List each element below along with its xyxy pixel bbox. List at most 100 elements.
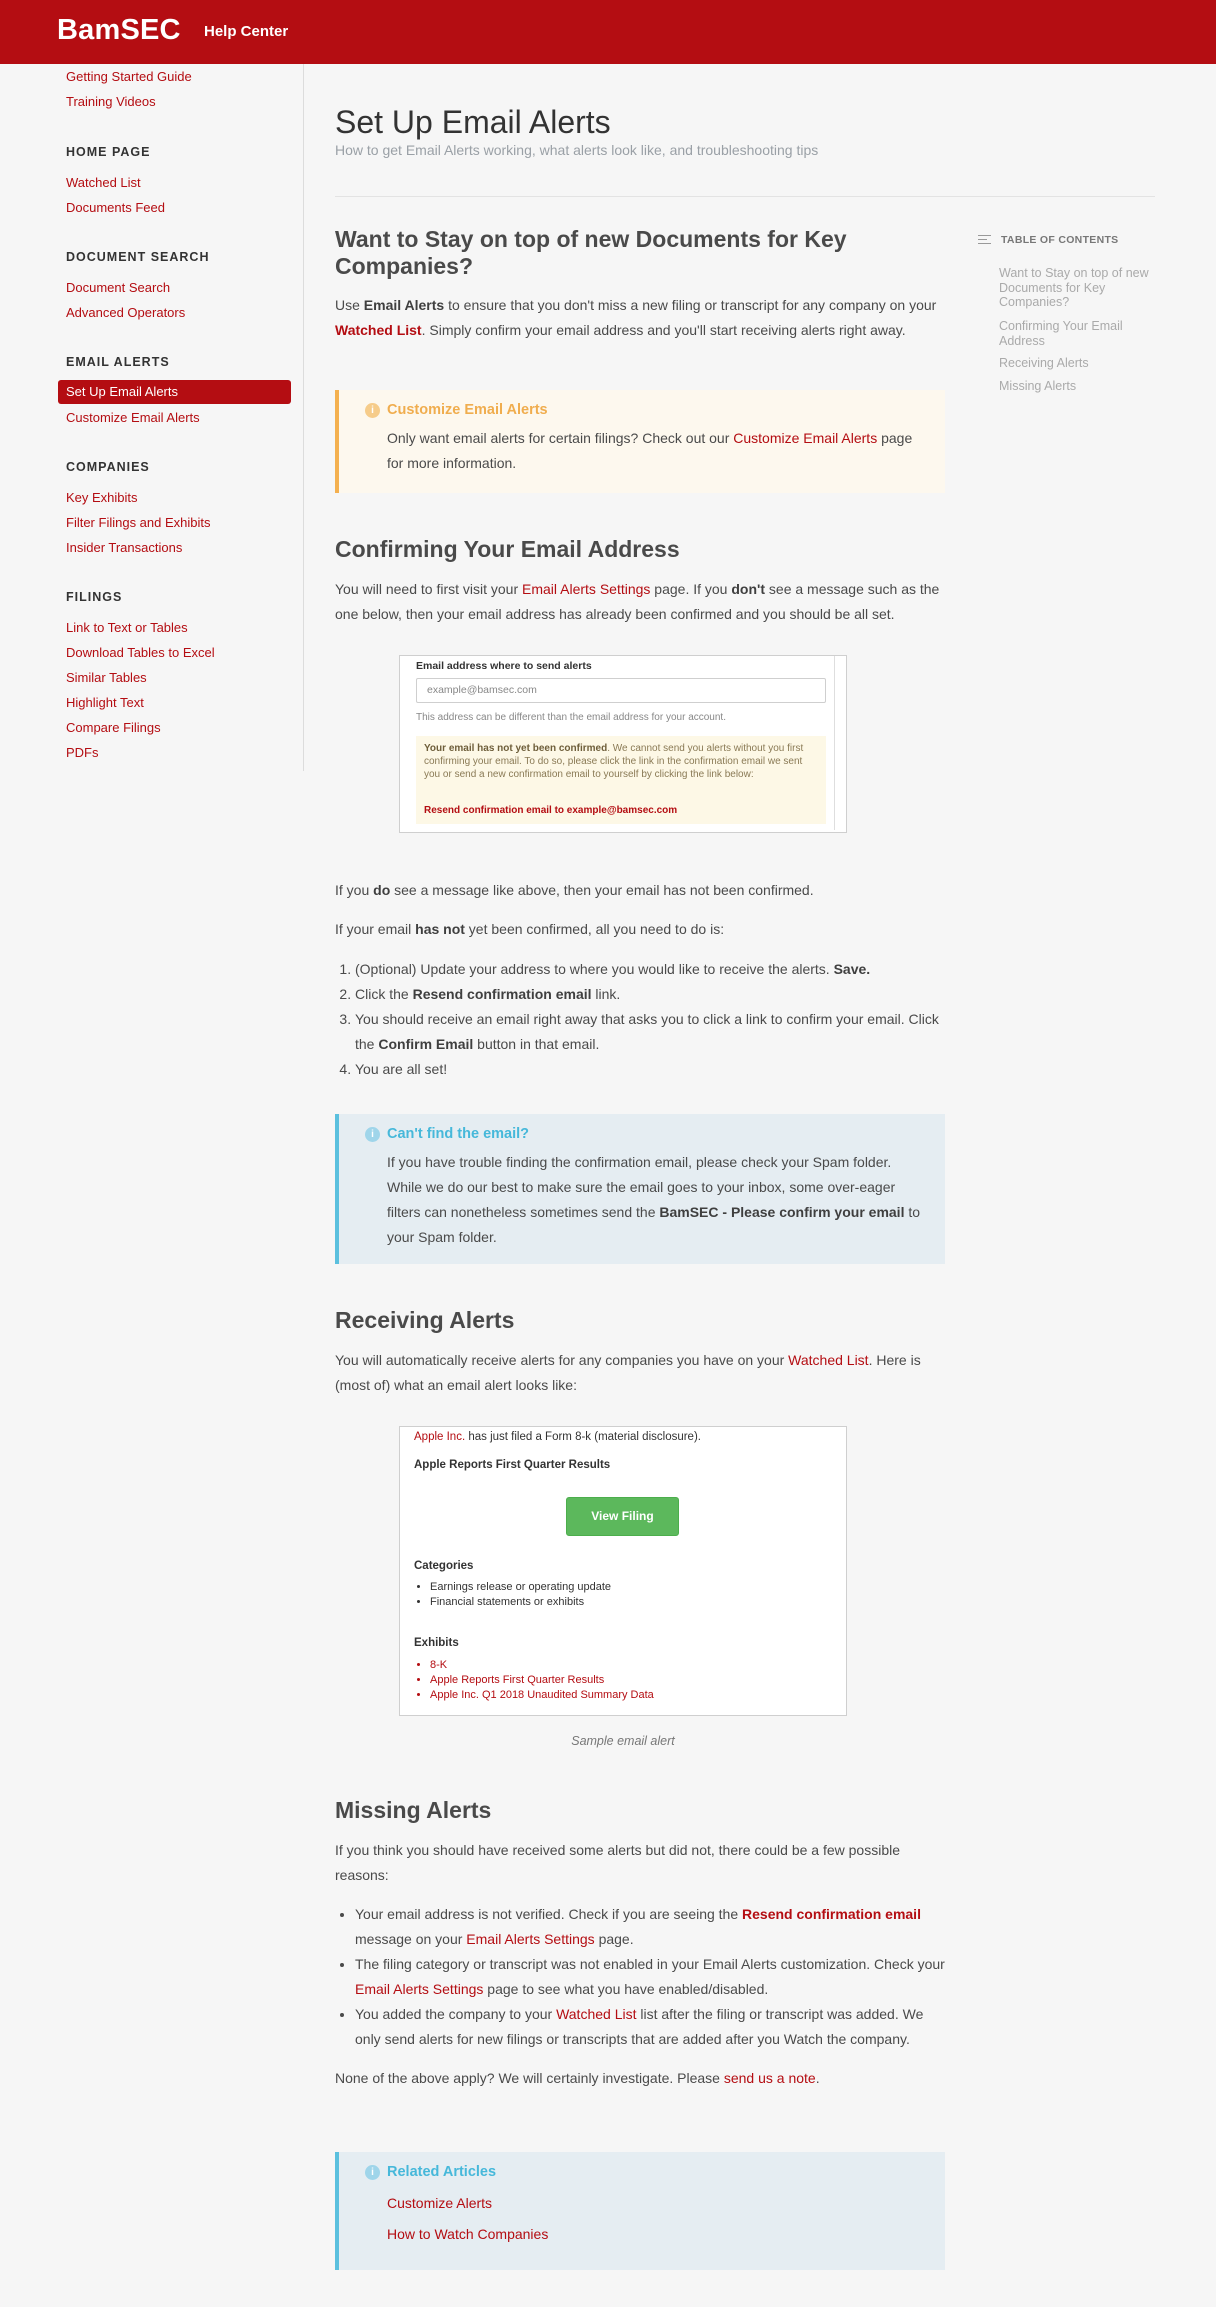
- company-link: Apple Inc.: [414, 1431, 466, 1443]
- bamsec-logo[interactable]: BamSEC: [57, 14, 181, 47]
- categories-list: Earnings release or operating update Fin…: [430, 1580, 611, 1610]
- info-icon: i: [365, 1127, 380, 1142]
- sidebar-item-link-to-text[interactable]: Link to Text or Tables: [66, 620, 188, 635]
- sidebar-item-compare-filings[interactable]: Compare Filings: [66, 720, 161, 735]
- info-icon: i: [365, 2165, 380, 2180]
- help-center-link[interactable]: Help Center: [204, 23, 288, 40]
- header-divider: [335, 196, 1155, 197]
- sidebar-item-insider-transactions[interactable]: Insider Transactions: [66, 540, 182, 555]
- confirm-paragraph: You will need to first visit your Email …: [335, 581, 940, 622]
- sidebar-section-filings: FILINGS: [66, 590, 123, 604]
- list-item: You are all set!: [355, 1057, 945, 1082]
- watched-list-link[interactable]: Watched List: [335, 322, 422, 338]
- toc-title: TABLE OF CONTENTS: [978, 234, 1148, 246]
- has-not-paragraph: If your email has not yet been confirmed…: [335, 921, 725, 937]
- send-us-a-note-link[interactable]: send us a note: [724, 2070, 816, 2086]
- callout-title: i Can't find the email?: [365, 1126, 925, 1142]
- resend-confirmation-link[interactable]: Resend confirmation email: [742, 1906, 921, 1922]
- toc-item-missing-alerts[interactable]: Missing Alerts: [999, 379, 1149, 394]
- list-item: (Optional) Update your address to where …: [355, 957, 945, 982]
- section-heading: Want to Stay on top of new Documents for…: [335, 226, 847, 279]
- sidebar-section-email-alerts: EMAIL ALERTS: [66, 355, 170, 369]
- sample-email-screenshot: Apple Inc. has just filed a Form 8-k (ma…: [399, 1426, 847, 1716]
- email-address-hint: This address can be different than the e…: [416, 712, 726, 723]
- email-alerts-settings-link[interactable]: Email Alerts Settings: [522, 581, 650, 597]
- table-of-contents: TABLE OF CONTENTS Want to Stay on top of…: [978, 234, 1149, 393]
- list-item: 8-K: [430, 1658, 654, 1673]
- exhibits-title: Exhibits: [414, 1637, 459, 1649]
- screenshot-caption: Sample email alert: [571, 1734, 675, 1748]
- sidebar-item-pdfs[interactable]: PDFs: [66, 745, 99, 760]
- list-item: Apple Inc. Q1 2018 Unaudited Summary Dat…: [430, 1688, 654, 1703]
- related-customize-alerts-link[interactable]: Customize Alerts: [387, 2195, 492, 2211]
- section-receiving-alerts: Receiving Alerts You will automatically …: [335, 1307, 945, 1398]
- sidebar-item-advanced-operators[interactable]: Advanced Operators: [66, 305, 185, 320]
- page-title: Set Up Email Alerts: [335, 104, 611, 140]
- section-heading: Confirming Your Email Address: [335, 536, 680, 562]
- section-heading: Receiving Alerts: [335, 1307, 515, 1333]
- callout-cant-find-email: i Can't find the email? If you have troub…: [335, 1114, 945, 1264]
- section-confirming-email: Confirming Your Email Address You will n…: [335, 536, 945, 627]
- sidebar-item-download-tables[interactable]: Download Tables to Excel: [66, 645, 215, 660]
- callout-title: i Customize Email Alerts: [365, 402, 925, 418]
- related-how-to-watch-link[interactable]: How to Watch Companies: [387, 2226, 548, 2242]
- view-filing-button: View Filing: [566, 1497, 679, 1536]
- callout-body: Only want email alerts for certain filin…: [387, 430, 913, 471]
- sidebar-section-home-page: HOME PAGE: [66, 145, 151, 159]
- email-alerts-settings-link[interactable]: Email Alerts Settings: [355, 1981, 483, 1997]
- missing-intro: If you think you should have received so…: [335, 1842, 901, 1883]
- sidebar-item-set-up-email-alerts[interactable]: Set Up Email Alerts: [58, 380, 291, 404]
- sidebar-item-highlight-text[interactable]: Highlight Text: [66, 695, 144, 710]
- resend-confirmation-link: Resend confirmation email to example@bam…: [424, 805, 678, 816]
- list-item: Earnings release or operating update: [430, 1580, 611, 1595]
- callout-title: i Related Articles: [365, 2164, 925, 2180]
- sidebar-section-document-search: DOCUMENT SEARCH: [66, 250, 210, 264]
- sidebar-item-customize-email-alerts[interactable]: Customize Email Alerts: [66, 410, 200, 425]
- customize-email-alerts-link[interactable]: Customize Email Alerts: [733, 430, 877, 446]
- email-alerts-settings-link[interactable]: Email Alerts Settings: [466, 1931, 594, 1947]
- top-navbar: BamSEC Help Center: [0, 0, 1216, 64]
- sidebar-section-companies: COMPANIES: [66, 460, 150, 474]
- unconfirmed-notice: Your email has not yet been confirmed. W…: [416, 736, 826, 824]
- list-icon: [978, 235, 991, 244]
- sidebar-item-similar-tables[interactable]: Similar Tables: [66, 670, 147, 685]
- sidebar-item-document-search[interactable]: Document Search: [66, 280, 170, 295]
- list-item: You added the company to your Watched Li…: [355, 2002, 945, 2052]
- list-item: Your email address is not verified. Chec…: [355, 1902, 945, 1952]
- toc-item-receiving-alerts[interactable]: Receiving Alerts: [999, 356, 1149, 371]
- email-address-input: example@bamsec.com: [416, 678, 826, 703]
- do-see-paragraph: If you do see a message like above, then…: [335, 882, 814, 898]
- related-links: Customize Alerts How to Watch Companies: [365, 2188, 925, 2250]
- reasons-list: Your email address is not verified. Chec…: [335, 1902, 945, 2052]
- section-stay-on-top: Want to Stay on top of new Documents for…: [335, 226, 945, 343]
- info-icon: i: [365, 403, 380, 418]
- sidebar-item-watched-list[interactable]: Watched List: [66, 175, 141, 190]
- section-heading: Missing Alerts: [335, 1797, 492, 1823]
- toc-item-stay-on-top[interactable]: Want to Stay on top of new Documents for…: [999, 266, 1149, 310]
- sidebar-item-training-videos[interactable]: Training Videos: [66, 94, 156, 109]
- callout-related-articles: i Related Articles Customize Alerts How t…: [335, 2152, 945, 2270]
- list-item: The filing category or transcript was no…: [355, 1952, 945, 2002]
- callout-body: If you have trouble finding the confirma…: [387, 1154, 921, 1245]
- outro-paragraph: None of the above apply? We will certain…: [335, 2070, 820, 2086]
- email-intro-line: Apple Inc. has just filed a Form 8-k (ma…: [414, 1431, 701, 1443]
- list-item: Apple Reports First Quarter Results: [430, 1673, 654, 1688]
- watched-list-link[interactable]: Watched List: [788, 1352, 868, 1368]
- section-missing-alerts: Missing Alerts If you think you should h…: [335, 1797, 945, 2091]
- sidebar-nav: Getting Started Guide Training Videos HO…: [57, 64, 304, 771]
- sidebar-item-filter-filings[interactable]: Filter Filings and Exhibits: [66, 515, 211, 530]
- exhibits-list: 8-K Apple Reports First Quarter Results …: [430, 1658, 654, 1703]
- watched-list-link[interactable]: Watched List: [556, 2006, 636, 2022]
- callout-customize-alerts: i Customize Email Alerts Only want email …: [335, 390, 945, 493]
- sidebar-item-documents-feed[interactable]: Documents Feed: [66, 200, 165, 215]
- steps-list: (Optional) Update your address to where …: [335, 957, 945, 1082]
- confirm-steps: If you do see a message like above, then…: [335, 878, 945, 1082]
- list-item: Click the Resend confirmation email link…: [355, 982, 945, 1007]
- sidebar-item-key-exhibits[interactable]: Key Exhibits: [66, 490, 138, 505]
- toc-item-confirming-email[interactable]: Confirming Your Email Address: [999, 319, 1149, 348]
- intro-paragraph: Use Email Alerts to ensure that you don'…: [335, 297, 937, 338]
- categories-title: Categories: [414, 1560, 474, 1572]
- email-settings-screenshot: Email address where to send alerts examp…: [399, 655, 847, 833]
- email-headline: Apple Reports First Quarter Results: [414, 1459, 611, 1471]
- sidebar-item-getting-started[interactable]: Getting Started Guide: [66, 69, 192, 84]
